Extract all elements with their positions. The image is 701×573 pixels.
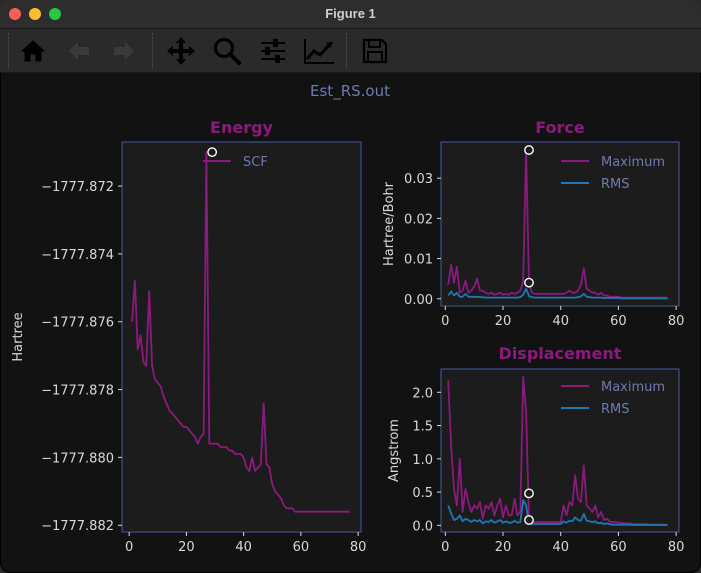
- back-button[interactable]: [61, 33, 97, 69]
- displacement-xtick-label: 60: [610, 540, 627, 555]
- displacement-axes[interactable]: Displacement Angstrom 0 20 40 60 80 0.0 0.5 1.0 1.…: [387, 344, 684, 555]
- figure-svg[interactable]: Est_RS.out Energy Hartree 0 20 40 60 80 −1777.8…: [0, 73, 701, 573]
- displacement-selected-step-marker: [524, 515, 534, 525]
- toolbar-separator: [152, 33, 153, 69]
- force-ytick-label: 0.03: [404, 172, 433, 187]
- displacement-ytick-label: 2.0: [412, 386, 433, 401]
- force-ytick-label: 0.01: [404, 253, 433, 268]
- energy-title: Energy: [210, 118, 274, 137]
- displacement-legend-label-rms: RMS: [601, 402, 630, 417]
- home-button[interactable]: [15, 33, 51, 69]
- configure-subplots-button[interactable]: [255, 33, 291, 69]
- displacement-ytick-label: 0.5: [412, 486, 433, 501]
- energy-xtick-label: 20: [178, 540, 195, 555]
- move-icon: [167, 37, 195, 65]
- displacement-ytick-label: 1.5: [412, 420, 433, 435]
- pan-button[interactable]: [163, 33, 199, 69]
- energy-axes-frame: [121, 141, 362, 533]
- force-xtick-label: 80: [668, 314, 685, 329]
- force-ylabel: Hartree/Bohr: [382, 181, 397, 266]
- force-legend-label-maximum: Maximum: [601, 155, 665, 170]
- energy-selected-step-marker: [207, 147, 218, 158]
- toolbar-separator: [8, 33, 9, 69]
- force-ytick-label: 0.00: [404, 293, 433, 308]
- toolbar-separator: [346, 33, 347, 69]
- displacement-xtick-label: 40: [552, 540, 569, 555]
- displacement-selected-step-marker: [524, 488, 534, 499]
- force-axes[interactable]: Force Hartree/Bohr 0 20 40 60 80 0.00 0.01 0.02 0.…: [382, 118, 684, 329]
- forward-button[interactable]: [106, 33, 142, 69]
- magnifier-icon: [213, 37, 241, 65]
- save-button[interactable]: [357, 33, 393, 69]
- window-title: Figure 1: [325, 6, 376, 21]
- line-chart-icon: [304, 39, 334, 64]
- force-xtick-label: 0: [441, 314, 449, 329]
- navigation-toolbar: [0, 29, 701, 73]
- displacement-ytick-label: 0.0: [412, 519, 433, 534]
- energy-ytick-label: −1777.882: [41, 519, 114, 534]
- displacement-xtick-label: 0: [441, 540, 449, 555]
- force-selected-step-marker: [524, 277, 534, 288]
- energy-xtick-label: 60: [293, 540, 310, 555]
- force-xtick-label: 20: [495, 314, 512, 329]
- displacement-legend-label-maximum: Maximum: [601, 380, 665, 395]
- energy-ytick-label: −1777.872: [41, 180, 114, 195]
- force-title: Force: [535, 118, 585, 137]
- force-xtick-label: 40: [552, 314, 569, 329]
- force-xtick-label: 60: [610, 314, 627, 329]
- displacement-ylabel: Angstrom: [387, 419, 402, 482]
- force-selected-step-marker: [524, 145, 534, 155]
- energy-xtick-label: 0: [125, 540, 133, 555]
- zoom-button[interactable]: [209, 33, 245, 69]
- energy-xtick-label: 40: [235, 540, 252, 555]
- displacement-xtick-label: 80: [668, 540, 685, 555]
- figure-suptitle: Est_RS.out: [310, 82, 390, 101]
- force-legend-label-rms: RMS: [601, 177, 630, 192]
- displacement-xtick-label: 20: [495, 540, 512, 555]
- energy-ytick-label: −1777.876: [41, 316, 114, 331]
- energy-ytick-label: −1777.878: [41, 384, 114, 399]
- energy-legend-label-scf: SCF: [243, 155, 268, 170]
- displacement-title: Displacement: [499, 344, 622, 363]
- figure-canvas[interactable]: Est_RS.out Energy Hartree 0 20 40 60 80 −1777.8…: [0, 73, 701, 573]
- energy-ytick-label: −1777.880: [41, 451, 114, 466]
- force-ytick-label: 0.02: [404, 212, 433, 227]
- energy-axes[interactable]: Energy Hartree 0 20 40 60 80 −1777.872 −1777.874…: [11, 118, 366, 555]
- energy-ylabel: Hartree: [11, 312, 26, 361]
- sliders-icon: [261, 39, 285, 63]
- home-icon: [20, 40, 46, 62]
- arrow-left-icon: [69, 42, 89, 60]
- energy-xtick-label: 80: [350, 540, 367, 555]
- energy-ytick-label: −1777.874: [41, 248, 114, 263]
- figure-window: Figure 1 Est_RS.out Energy Hartree 0 20 …: [0, 0, 701, 573]
- displacement-ytick-label: 1.0: [412, 453, 433, 468]
- title-bar[interactable]: Figure 1: [0, 0, 701, 29]
- edit-axis-button[interactable]: [301, 33, 337, 69]
- arrow-right-icon: [114, 42, 134, 60]
- floppy-disk-icon: [362, 38, 388, 64]
